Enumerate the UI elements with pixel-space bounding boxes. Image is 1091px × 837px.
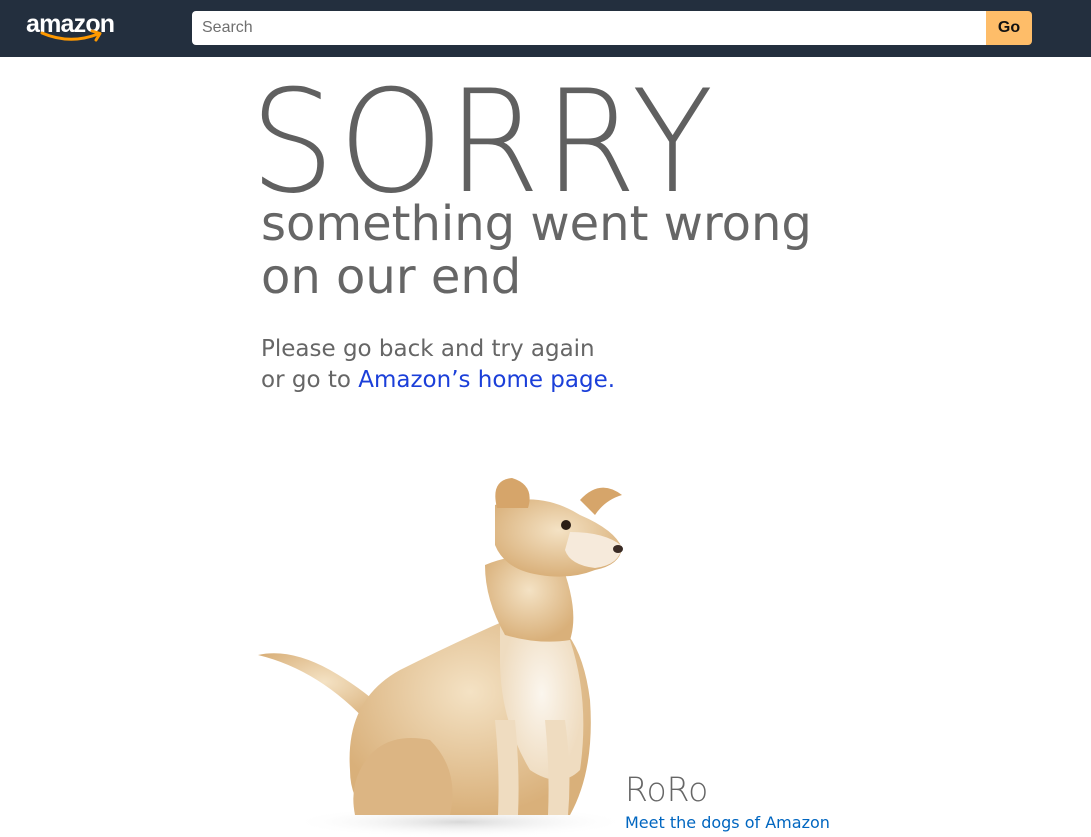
message-line-1: Please go back and try again bbox=[261, 336, 595, 362]
message-prefix: or go to bbox=[261, 367, 351, 393]
home-page-link[interactable]: Amazon’s home page. bbox=[358, 367, 615, 393]
search-form: Go bbox=[192, 11, 1032, 45]
message-line-2: or go to Amazon’s home page. bbox=[261, 365, 615, 396]
subheading-line-1: something went wrong bbox=[261, 196, 812, 252]
header-bar: amazon Go bbox=[0, 0, 1091, 57]
error-subheading: something went wrong on our end bbox=[261, 198, 812, 304]
error-message: Please go back and try again or go to Am… bbox=[261, 334, 615, 396]
search-input[interactable] bbox=[192, 11, 986, 45]
meet-dogs-link[interactable]: Meet the dogs of Amazon bbox=[625, 812, 830, 834]
dog-photo bbox=[258, 478, 630, 837]
smile-arrow-icon bbox=[40, 29, 102, 42]
go-button[interactable]: Go bbox=[986, 11, 1032, 45]
subheading-line-2: on our end bbox=[261, 249, 522, 305]
dog-name: RoRo bbox=[625, 770, 709, 809]
amazon-logo[interactable]: amazon bbox=[26, 9, 128, 47]
